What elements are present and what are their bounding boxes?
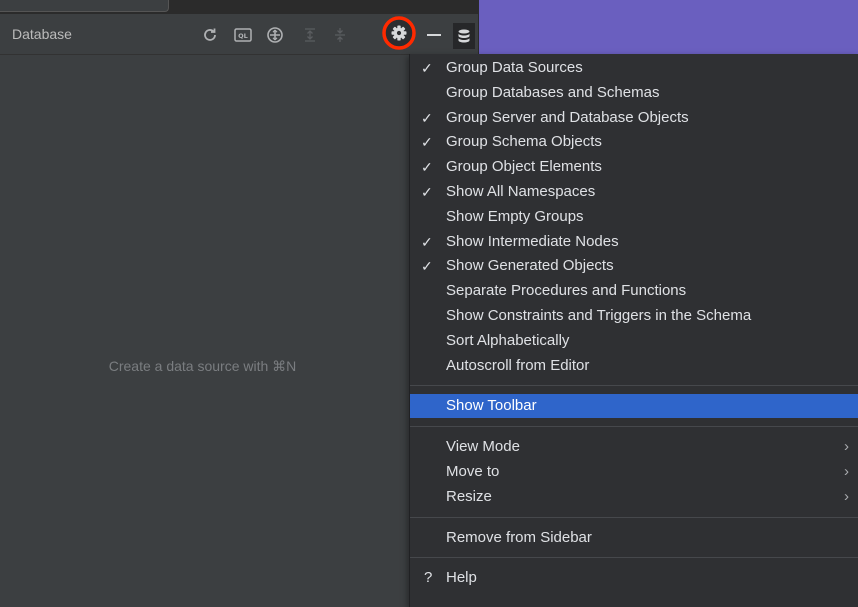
menu-item-label: Help: [446, 569, 477, 587]
menu-item-label: Group Databases and Schemas: [446, 83, 660, 101]
empty-state-text: Create a data source with ⌘N: [108, 358, 297, 374]
check-icon: ✓: [421, 159, 433, 176]
menu-item-group-object-elements[interactable]: ✓ Group Object Elements: [410, 155, 858, 179]
menu-item-label: Show Constraints and Triggers in the Sch…: [446, 307, 752, 324]
help-icon: ?: [424, 569, 433, 587]
check-icon: ✓: [421, 233, 433, 250]
menu-item-resize[interactable]: Resize ›: [410, 485, 858, 509]
menu-item-label: Show Generated Objects: [446, 257, 614, 275]
menu-item-label: Group Object Elements: [446, 158, 602, 176]
menu-item-label: Remove from Sidebar: [446, 528, 592, 546]
menu-item-show-generated-objects[interactable]: ✓ Show Generated Objects: [410, 254, 858, 278]
gear-icon[interactable]: [381, 15, 417, 51]
menu-item-move-to[interactable]: Move to ›: [410, 460, 858, 484]
menu-item-show-empty-groups[interactable]: Show Empty Groups: [410, 205, 858, 229]
menu-separator: [410, 557, 858, 559]
menu-item-sort-alphabetically[interactable]: Sort Alphabetically: [410, 329, 858, 353]
chevron-right-icon: ›: [844, 487, 849, 505]
database-icon[interactable]: [453, 23, 475, 49]
menu-item-label: Group Schema Objects: [446, 133, 602, 151]
menu-item-label: Show All Namespaces: [446, 183, 596, 200]
jump-to-source-icon[interactable]: [265, 25, 285, 45]
check-icon: ✓: [421, 134, 433, 151]
menu-item-view-mode[interactable]: View Mode ›: [410, 435, 858, 459]
query-console-icon[interactable]: QL: [233, 25, 253, 45]
minimize-icon[interactable]: [424, 25, 444, 45]
svg-text:QL: QL: [238, 32, 248, 40]
menu-item-label: Autoscroll from Editor: [446, 356, 590, 374]
options-menu: ✓ Group Data Sources Group Databases and S…: [409, 54, 858, 607]
menu-item-label: Move to: [446, 463, 500, 480]
menu-item-group-databases-and-schemas[interactable]: Group Databases and Schemas: [410, 81, 858, 105]
menu-item-show-intermediate-nodes[interactable]: ✓ Show Intermediate Nodes: [410, 230, 858, 254]
chevron-right-icon: ›: [844, 463, 849, 480]
check-icon: ✓: [421, 109, 433, 126]
menu-item-label: Separate Procedures and Functions: [446, 282, 687, 300]
tool-window-title: Database: [12, 26, 72, 42]
editor-tab-edge: [0, 0, 169, 12]
menu-separator: [410, 516, 858, 518]
menu-item-label: Show Intermediate Nodes: [446, 232, 619, 250]
chevron-right-icon: ›: [844, 438, 849, 456]
menu-item-label: View Mode: [446, 438, 520, 456]
menu-item-remove-from-sidebar[interactable]: Remove from Sidebar: [410, 526, 858, 550]
check-icon: ✓: [421, 258, 433, 275]
menu-item-show-all-namespaces[interactable]: ✓ Show All Namespaces: [410, 180, 858, 204]
menu-item-label: Group Server and Database Objects: [446, 108, 689, 126]
menu-item-label: Show Empty Groups: [446, 207, 584, 225]
menu-item-autoscroll-from-editor[interactable]: Autoscroll from Editor: [410, 354, 858, 378]
menu-item-group-server-and-database-objects[interactable]: ✓ Group Server and Database Objects: [410, 106, 858, 130]
collapse-all-icon: [330, 25, 350, 45]
menu-item-separate-procedures-and-functions[interactable]: Separate Procedures and Functions: [410, 279, 858, 303]
refresh-icon[interactable]: [200, 25, 220, 45]
menu-item-group-schema-objects[interactable]: ✓ Group Schema Objects: [410, 130, 858, 154]
menu-item-label: Resize: [446, 487, 492, 505]
menu-item-label: Sort Alphabetically: [446, 331, 570, 349]
expand-all-icon: [300, 25, 320, 45]
menu-item-show-toolbar[interactable]: Show Toolbar: [410, 394, 858, 419]
tool-window-header: Database QL: [0, 16, 478, 55]
menu-separator: [410, 385, 858, 387]
menu-separator: [410, 426, 858, 428]
menu-item-show-constraints-and-triggers-in-the-schema[interactable]: Show Constraints and Triggers in the Sch…: [410, 304, 858, 328]
menu-item-help[interactable]: ? Help: [410, 566, 858, 590]
check-icon: ✓: [421, 184, 433, 200]
top-strip: [0, 0, 478, 14]
menu-item-label: Show Toolbar: [446, 397, 537, 415]
check-icon: ✓: [421, 60, 433, 76]
menu-item-label: Group Data Sources: [446, 59, 583, 76]
database-tool-window: Database QL Create a data source with ⌘N: [0, 0, 479, 607]
menu-item-group-data-sources[interactable]: ✓ Group Data Sources: [410, 56, 858, 80]
